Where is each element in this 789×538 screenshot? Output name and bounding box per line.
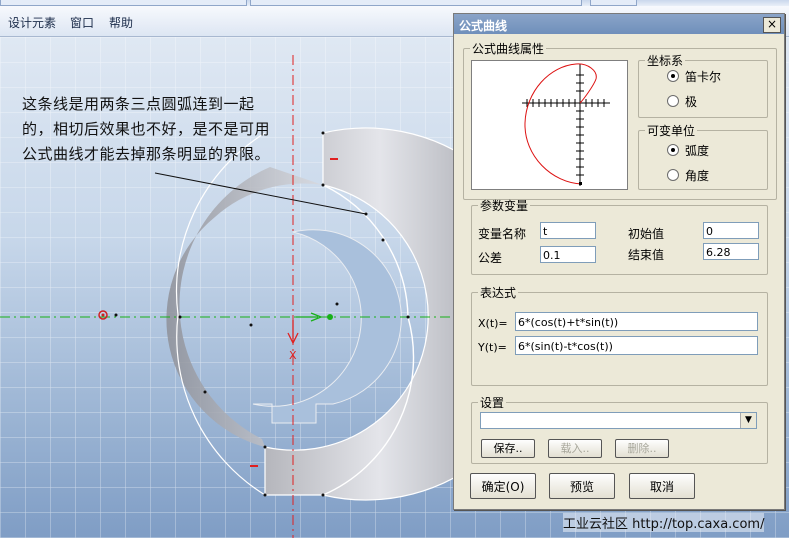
x-expression-input[interactable]: 6*(cos(t)+t*sin(t)) — [515, 312, 758, 331]
radio-dot[interactable] — [667, 70, 679, 82]
cancel-button[interactable]: 取消 — [629, 473, 695, 499]
var-name-label: 变量名称 — [478, 227, 527, 241]
radio-degree-label: 角度 — [685, 169, 710, 183]
start-value-label: 初始值 — [628, 227, 665, 241]
coord-system-group: 坐标系 — [638, 52, 768, 118]
watermark: 工业云社区 http://top.caxa.com/ — [563, 513, 765, 532]
start-value-input[interactable]: 0 — [703, 222, 759, 239]
params-legend: 参数变量 — [480, 199, 529, 213]
load-button[interactable]: 载入.. — [548, 439, 602, 458]
preview-button[interactable]: 预览 — [549, 473, 615, 499]
formula-curve-dialog: 公式曲线 × 公式曲线属性 坐标系 笛卡尔 极 可变单位 弧度 角度 参数变量 … — [453, 13, 785, 510]
end-value-label: 结束值 — [628, 248, 665, 262]
x-expression-label: X(t)= — [478, 317, 508, 330]
tolerance-input[interactable]: 0.1 — [540, 246, 596, 263]
annotation-text: 这条线是用两条三点圆弧连到一起 的，相切后效果也不好，是不是可用 公式曲线才能去… — [22, 92, 342, 167]
delete-button[interactable]: 删除.. — [615, 439, 669, 458]
var-name-input[interactable]: t — [540, 222, 596, 239]
settings-legend: 设置 — [480, 396, 505, 410]
menu-design-elements[interactable]: 设计元素 — [8, 14, 56, 31]
triad-node — [327, 314, 333, 320]
radio-radian[interactable]: 弧度 — [667, 142, 709, 159]
radio-dot[interactable] — [667, 169, 679, 181]
radio-polar-label: 极 — [685, 95, 698, 109]
annotation-line: 的，相切后效果也不好，是不是可用 — [22, 120, 271, 138]
chevron-down-icon[interactable]: ▼ — [740, 413, 756, 428]
radio-polar[interactable]: 极 — [667, 93, 697, 110]
dialog-title: 公式曲线 — [459, 19, 508, 33]
properties-legend: 公式曲线属性 — [472, 42, 545, 56]
coord-system-legend: 坐标系 — [647, 54, 684, 68]
tolerance-label: 公差 — [478, 251, 503, 265]
close-button[interactable]: × — [763, 17, 781, 33]
red-marker — [250, 465, 258, 467]
radio-degree[interactable]: 角度 — [667, 167, 709, 184]
expression-legend: 表达式 — [480, 286, 517, 300]
menu-help[interactable]: 帮助 — [109, 14, 133, 31]
ok-button[interactable]: 确定(O) — [470, 473, 536, 499]
annotation-line: 公式曲线才能去掉那条明显的界限。 — [22, 145, 271, 163]
y-expression-label: Y(t)= — [478, 341, 507, 354]
radio-dot[interactable] — [667, 144, 679, 156]
curve-preview-canvas — [522, 63, 610, 186]
end-value-input[interactable]: 6.28 — [703, 243, 759, 260]
y-expression-input[interactable]: 6*(sin(t)-t*cos(t)) — [515, 336, 758, 355]
radio-cartesian[interactable]: 笛卡尔 — [667, 68, 721, 85]
variable-unit-legend: 可变单位 — [647, 124, 696, 138]
radio-dot[interactable] — [667, 95, 679, 107]
radio-cartesian-label: 笛卡尔 — [685, 70, 722, 84]
axis-label-x: X — [289, 349, 297, 362]
curve-preview-path — [524, 63, 597, 185]
annotation-line: 这条线是用两条三点圆弧连到一起 — [22, 95, 255, 113]
settings-dropdown[interactable]: ▼ — [480, 412, 757, 429]
origin-marker-dot — [101, 313, 105, 317]
save-button[interactable]: 保存.. — [481, 439, 535, 458]
curve-preview — [471, 60, 628, 190]
menu-window[interactable]: 窗口 — [70, 14, 94, 31]
radio-radian-label: 弧度 — [685, 144, 710, 158]
expression-group: 表达式 — [471, 284, 768, 386]
dialog-titlebar[interactable]: 公式曲线 × — [454, 14, 784, 34]
